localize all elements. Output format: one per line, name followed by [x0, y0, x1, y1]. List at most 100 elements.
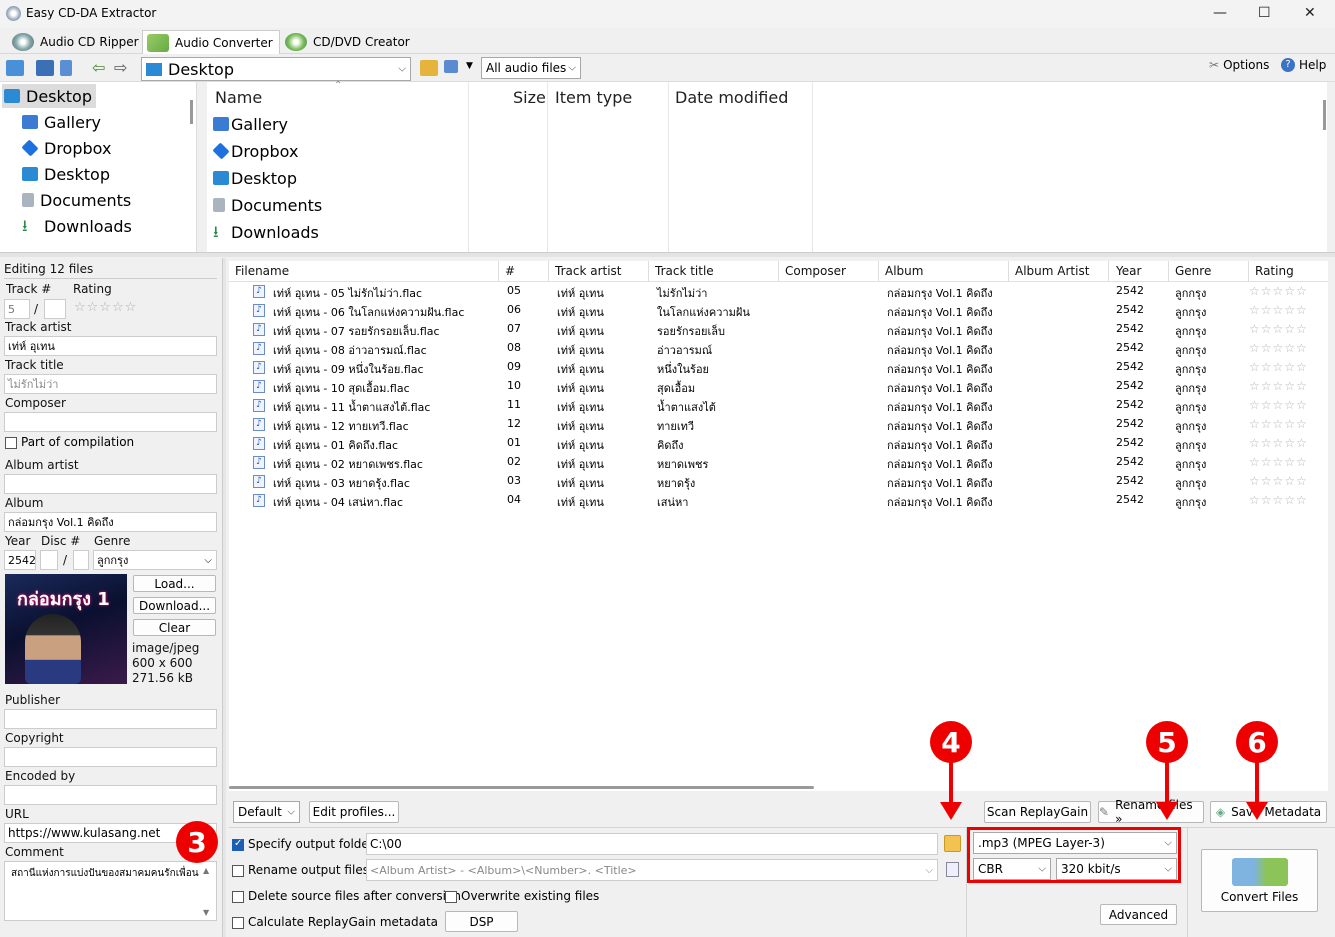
rating-stars[interactable]: ☆☆☆☆☆	[1249, 436, 1308, 450]
rating-stars[interactable]: ☆☆☆☆☆	[1249, 341, 1308, 355]
comment-field[interactable]: สถานีแห่งการแบ่งปันของสมาคมคนรักเพื่อน	[4, 861, 217, 921]
compilation-checkbox[interactable]: Part of compilation	[5, 435, 134, 449]
list-item-documents[interactable]: Documents	[213, 193, 322, 217]
advanced-button[interactable]: Advanced	[1100, 904, 1177, 925]
table-row[interactable]: ♪ เท่ห์ อุเทน - 07 รอยรักรอยเล็บ.flac 07 เท…	[229, 320, 1328, 339]
table-row[interactable]: ♪ เท่ห์ อุเทน - 04 เสน่หา.flac 04 เท่ห์ อุเ…	[229, 491, 1328, 510]
table-row[interactable]: ♪ เท่ห์ อุเทน - 05 ไม่รักไม่ว่า.flac 05 เท่…	[229, 282, 1328, 301]
overwrite-checkbox[interactable]: Overwrite existing files	[445, 889, 599, 903]
view-dropdown-icon[interactable]: ▼	[466, 61, 473, 71]
publisher-field[interactable]	[4, 709, 217, 729]
column-album-artist[interactable]: Album Artist	[1015, 264, 1089, 278]
column-year[interactable]: Year	[1116, 264, 1141, 278]
music-icon[interactable]	[60, 60, 72, 76]
column-track-artist[interactable]: Track artist	[555, 264, 622, 278]
comment-scroll-up[interactable]: ▲	[203, 866, 209, 875]
forward-icon[interactable]: ⇨	[114, 58, 127, 77]
track-artist-field[interactable]: เท่ห์ อุเทน	[4, 336, 217, 356]
scan-replaygain-button[interactable]: Scan ReplayGain	[984, 801, 1091, 823]
tree-item-documents[interactable]: Documents	[22, 188, 131, 212]
help-button[interactable]: ? Help	[1281, 58, 1326, 72]
genre-combo[interactable]: ลูกกรุง ⌵	[93, 550, 217, 570]
clear-cover-button[interactable]: Clear	[133, 619, 216, 636]
rating-stars[interactable]: ☆☆☆☆☆	[1249, 360, 1308, 374]
table-row[interactable]: ♪ เท่ห์ อุเทน - 06 ในโลกแห่งความฝัน.flac 0…	[229, 301, 1328, 320]
year-field[interactable]: 2542	[4, 550, 36, 570]
track-number-field[interactable]: 5	[4, 299, 30, 319]
browse-folder-icon[interactable]	[420, 60, 438, 76]
disc-total-field[interactable]	[73, 550, 89, 570]
rating-stars[interactable]: ☆☆☆☆☆	[1249, 284, 1308, 298]
filter-combo[interactable]: All audio files ⌵	[481, 57, 581, 79]
grid-hscrollbar[interactable]	[229, 786, 814, 789]
close-button[interactable]: ✕	[1304, 5, 1316, 21]
specify-output-checkbox[interactable]: Specify output folder	[232, 837, 374, 851]
column-number[interactable]: #	[505, 264, 515, 278]
cover-art[interactable]: กล่อมกรุง 1	[5, 574, 127, 684]
minimize-button[interactable]: —	[1213, 5, 1227, 21]
column-track-title[interactable]: Track title	[655, 264, 714, 278]
back-icon[interactable]: ⇦	[92, 58, 105, 77]
album-field[interactable]: กล่อมกรุง Vol.1 คิดถึง	[4, 512, 217, 532]
rating-stars[interactable]: ☆☆☆☆☆	[1249, 398, 1308, 412]
folder-up-icon[interactable]	[6, 60, 24, 76]
column-size[interactable]: Size	[513, 88, 546, 107]
table-row[interactable]: ♪ เท่ห์ อุเทน - 10 สุดเอื้อม.flac 10 เท่ห์ …	[229, 377, 1328, 396]
delete-source-checkbox[interactable]: Delete source files after conversion	[232, 889, 461, 903]
table-row[interactable]: ♪ เท่ห์ อุเทน - 01 คิดถึง.flac 01 เท่ห์ อุเ…	[229, 434, 1328, 453]
computer-icon[interactable]	[36, 60, 54, 76]
location-combo[interactable]: Desktop ⌵	[141, 57, 411, 81]
tree-item-desktop[interactable]: Desktop	[22, 162, 110, 186]
rating-stars[interactable]: ☆☆☆☆☆	[1249, 303, 1308, 317]
save-metadata-button[interactable]: ◈ Save Metadata	[1210, 801, 1327, 823]
tab-cd-dvd-creator[interactable]: CD/DVD Creator	[281, 30, 416, 54]
list-item-dropbox[interactable]: Dropbox	[212, 139, 298, 163]
column-filename[interactable]: Filename	[235, 264, 289, 278]
table-row[interactable]: ♪ เท่ห์ อุเทน - 08 อ่าวอารมณ์.flac 08 เท่ห์…	[229, 339, 1328, 358]
calc-replaygain-checkbox[interactable]: Calculate ReplayGain metadata	[232, 915, 438, 929]
column-date-modified[interactable]: Date modified	[675, 88, 788, 107]
album-artist-field[interactable]	[4, 474, 217, 494]
panel-splitter[interactable]	[222, 258, 226, 937]
copyright-field[interactable]	[4, 747, 217, 767]
rating-stars[interactable]: ☆☆☆☆☆	[1249, 474, 1308, 488]
encoded-by-field[interactable]	[4, 785, 217, 805]
view-mode-icon[interactable]	[444, 60, 458, 73]
tree-item-dropbox[interactable]: Dropbox	[21, 136, 111, 160]
load-cover-button[interactable]: Load...	[133, 575, 216, 592]
rating-stars[interactable]: ☆☆☆☆☆	[1249, 417, 1308, 431]
comment-scroll-down[interactable]: ▼	[203, 908, 209, 917]
rating-stars[interactable]: ☆☆☆☆☆	[74, 300, 137, 315]
output-folder-field[interactable]: C:\00	[366, 833, 938, 855]
browse-folder-icon[interactable]	[944, 835, 961, 852]
options-button[interactable]: ✂ Options	[1209, 58, 1269, 72]
tab-audio-converter[interactable]: Audio Converter	[142, 30, 280, 54]
tree-item-desktop-root[interactable]: Desktop	[2, 84, 96, 108]
rating-stars[interactable]: ☆☆☆☆☆	[1249, 455, 1308, 469]
disc-field[interactable]	[40, 550, 58, 570]
column-item-type[interactable]: Item type	[555, 88, 632, 107]
rating-stars[interactable]: ☆☆☆☆☆	[1249, 493, 1308, 507]
table-row[interactable]: ♪ เท่ห์ อุเทน - 03 หยาดรุ้ง.flac 03 เท่ห์ อ…	[229, 472, 1328, 491]
convert-files-button[interactable]: Convert Files	[1201, 849, 1318, 912]
pattern-editor-icon[interactable]	[946, 862, 959, 877]
table-row[interactable]: ♪ เท่ห์ อุเทน - 12 ทายเทวี.flac 12 เท่ห์ อุ…	[229, 415, 1328, 434]
column-name[interactable]: Name	[215, 88, 262, 107]
track-title-field[interactable]: ไม่รักไม่ว่า	[4, 374, 217, 394]
tree-scrollbar[interactable]	[190, 100, 193, 124]
list-item-desktop[interactable]: Desktop	[213, 166, 297, 190]
column-genre[interactable]: Genre	[1175, 264, 1211, 278]
rating-stars[interactable]: ☆☆☆☆☆	[1249, 379, 1308, 393]
rename-files-button[interactable]: ✎ Rename files »	[1098, 798, 1204, 826]
rename-output-checkbox[interactable]: Rename output files	[232, 863, 369, 877]
splitter[interactable]	[0, 252, 1335, 257]
column-rating[interactable]: Rating	[1255, 264, 1294, 278]
track-total-field[interactable]	[44, 299, 66, 319]
tree-item-downloads[interactable]: ⭳ Downloads	[22, 214, 132, 238]
composer-field[interactable]	[4, 412, 217, 432]
filelist-scrollbar[interactable]	[1323, 100, 1326, 130]
column-album[interactable]: Album	[885, 264, 923, 278]
rating-stars[interactable]: ☆☆☆☆☆	[1249, 322, 1308, 336]
table-row[interactable]: ♪ เท่ห์ อุเทน - 02 หยาดเพชร.flac 02 เท่ห์ อ…	[229, 453, 1328, 472]
rename-pattern-field[interactable]: <Album Artist> - <Album>\<Number>. <Titl…	[366, 859, 938, 881]
